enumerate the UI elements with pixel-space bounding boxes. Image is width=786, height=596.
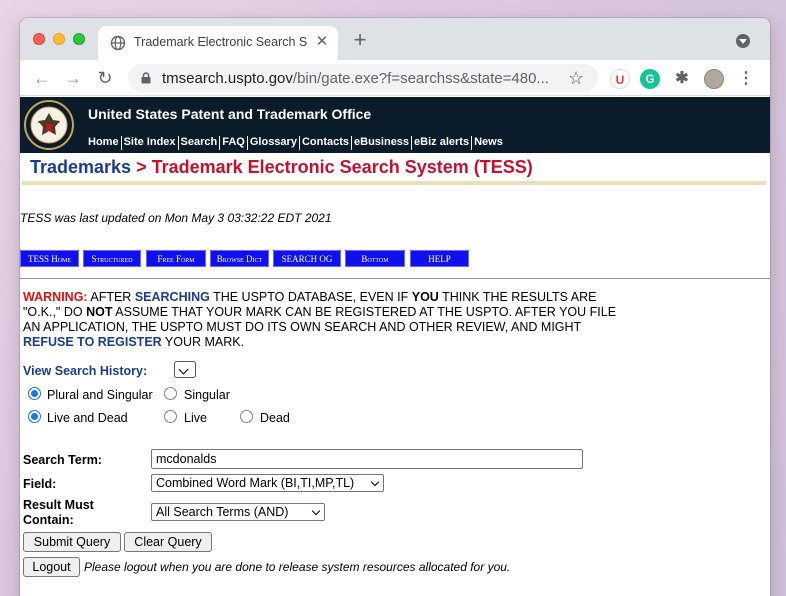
view-search-history-label: View Search History:	[23, 364, 148, 378]
bottom-button[interactable]: Bottom	[345, 250, 405, 267]
breadcrumb: Trademarks > Trademark Electronic Search…	[30, 157, 533, 178]
browse-dict-button[interactable]: Browse Dict	[210, 250, 269, 267]
last-updated-text: TESS was last updated on Mon May 3 03:32…	[20, 211, 332, 225]
submit-query-button[interactable]: Submit Query	[23, 532, 121, 552]
page-content: United States Patent and Trademark Offic…	[20, 97, 770, 596]
tab-title: Trademark Electronic Search S	[134, 35, 308, 49]
tab-strip: Trademark Electronic Search S ✕ +	[20, 18, 770, 60]
dead-label: Dead	[260, 411, 290, 425]
clear-query-button[interactable]: Clear Query	[124, 532, 212, 552]
breadcrumb-trademarks-link[interactable]: Trademarks	[30, 157, 131, 177]
plural-singular-radio[interactable]	[28, 387, 41, 400]
lock-icon	[141, 72, 151, 84]
url-text: tmsearch.uspto.gov/bin/gate.exe?f=search…	[162, 70, 549, 87]
result-must-contain-select[interactable]: All Search Terms (AND)	[151, 503, 325, 521]
close-tab-icon[interactable]: ✕	[314, 34, 330, 50]
bookmark-star-icon[interactable]: ☆	[568, 68, 584, 88]
uspto-banner: United States Patent and Trademark Offic…	[20, 97, 770, 153]
extensions-puzzle-icon[interactable]: ✱	[672, 69, 692, 89]
grammarly-extension-icon[interactable]: G	[640, 69, 660, 89]
search-history-select[interactable]	[174, 361, 196, 378]
profile-avatar[interactable]	[704, 69, 724, 89]
search-og-button[interactable]: SEARCH OG	[273, 250, 341, 267]
warning-text: WARNING: AFTER SEARCHING THE USPTO DATAB…	[23, 290, 617, 349]
nav-site-index-link[interactable]: Site Index	[122, 136, 179, 150]
live-and-dead-label: Live and Dead	[47, 411, 128, 425]
nav-glossary-link[interactable]: Glossary	[248, 136, 300, 150]
browser-window: Trademark Electronic Search S ✕ + ← → ↻ …	[20, 18, 770, 596]
live-and-dead-radio[interactable]	[28, 410, 41, 423]
page-title: Trademark Electronic Search System (TESS…	[151, 157, 533, 177]
close-window-button[interactable]	[33, 33, 45, 45]
new-tab-button[interactable]: +	[350, 29, 370, 51]
singular-label: Singular	[184, 388, 230, 402]
tess-home-button[interactable]: TESS Home	[20, 250, 79, 267]
live-label: Live	[184, 411, 207, 425]
divider-bar	[22, 181, 766, 185]
structured-button[interactable]: Structured	[83, 250, 141, 267]
horizontal-rule	[20, 278, 770, 279]
singular-radio[interactable]	[164, 387, 177, 400]
field-select[interactable]: Combined Word Mark (BI,TI,MP,TL)	[151, 474, 384, 492]
forward-button[interactable]: →	[62, 67, 84, 89]
reload-button[interactable]: ↻	[94, 67, 116, 89]
search-term-label: Search Term:	[23, 453, 102, 467]
tab-search-icon[interactable]	[736, 34, 750, 48]
dead-radio[interactable]	[240, 410, 253, 423]
nav-faq-link[interactable]: FAQ	[220, 136, 248, 150]
logout-button[interactable]: Logout	[23, 557, 80, 577]
search-term-input[interactable]	[151, 449, 583, 469]
minimize-window-button[interactable]	[53, 33, 65, 45]
nav-home-link[interactable]: Home	[88, 136, 122, 150]
plural-singular-label: Plural and Singular	[47, 388, 153, 402]
uspto-seal-logo	[24, 100, 74, 150]
globe-icon	[110, 35, 126, 51]
address-bar[interactable]: tmsearch.uspto.gov/bin/gate.exe?f=search…	[128, 64, 598, 92]
nav-contacts-link[interactable]: Contacts	[300, 136, 353, 150]
breadcrumb-separator: >	[131, 157, 152, 177]
live-radio[interactable]	[164, 410, 177, 423]
free-form-button[interactable]: Free Form	[146, 250, 206, 267]
browser-tab[interactable]: Trademark Electronic Search S ✕	[98, 26, 338, 60]
back-button[interactable]: ←	[31, 67, 53, 89]
logout-note: Please logout when you are done to relea…	[84, 560, 511, 574]
browser-menu-icon[interactable]: ⋮	[738, 69, 754, 89]
nav-news-link[interactable]: News	[472, 136, 505, 150]
maximize-window-button[interactable]	[73, 33, 85, 45]
nav-ebiz-alerts-link[interactable]: eBiz alerts	[412, 136, 473, 150]
nav-search-link[interactable]: Search	[179, 136, 221, 150]
nav-ebusiness-link[interactable]: eBusiness	[352, 136, 413, 150]
banner-title: United States Patent and Trademark Offic…	[88, 106, 372, 122]
u-extension-icon[interactable]: U	[610, 69, 630, 89]
help-button[interactable]: HELP	[410, 250, 469, 267]
field-label: Field:	[23, 477, 57, 491]
result-must-label: Result Must	[23, 498, 94, 512]
browser-toolbar: ← → ↻ tmsearch.uspto.gov/bin/gate.exe?f=…	[20, 60, 770, 96]
banner-nav: Home Site Index Search FAQ Glossary Cont…	[88, 136, 505, 150]
result-contain-label: Contain:	[23, 513, 74, 527]
